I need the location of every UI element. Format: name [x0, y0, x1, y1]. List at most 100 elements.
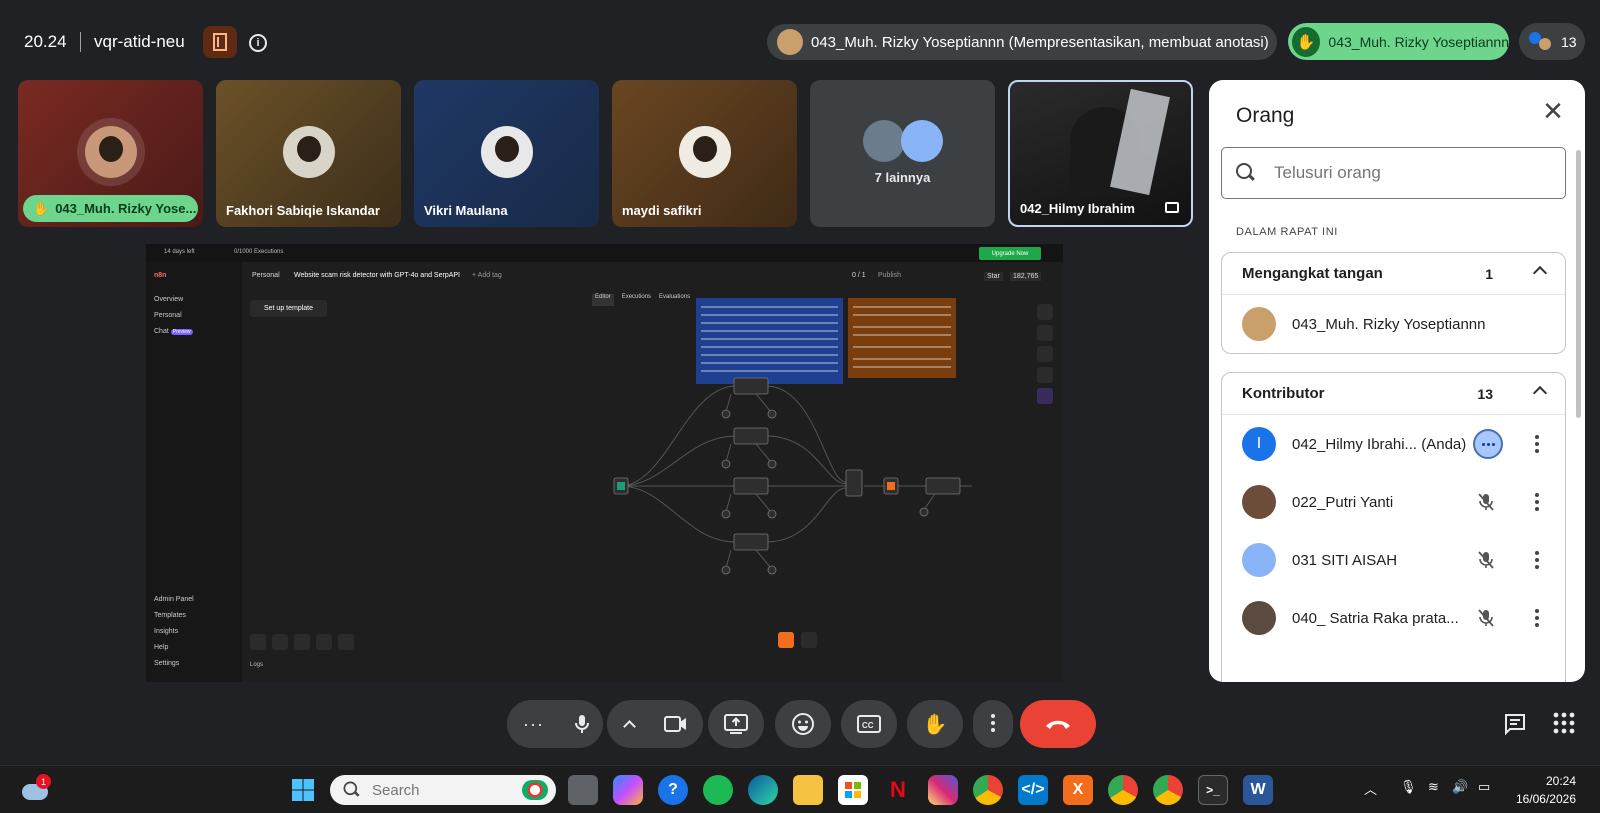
- windows-start-icon[interactable]: [288, 775, 318, 805]
- chrome-icon[interactable]: [973, 775, 1003, 805]
- chevron-up-icon[interactable]: [623, 719, 636, 733]
- tab-editor[interactable]: Editor: [592, 294, 614, 306]
- ai-button[interactable]: [1037, 388, 1053, 404]
- mic-icon[interactable]: [571, 713, 593, 735]
- search-nodes-button[interactable]: [1037, 325, 1053, 341]
- presenting-chip[interactable]: 043_Muh. Rizky Yoseptiannn (Mempresentas…: [767, 24, 1277, 60]
- microsoft-store-icon[interactable]: [838, 775, 868, 805]
- chat-icon[interactable]: [1503, 712, 1527, 741]
- raise-hand-button[interactable]: ✋: [907, 700, 963, 748]
- participant-tile[interactable]: Fakhori Sabiqie Iskandar: [216, 80, 401, 227]
- xampp-icon[interactable]: X: [1063, 775, 1093, 805]
- spotify-icon[interactable]: [703, 775, 733, 805]
- more-participants-tile[interactable]: 7 lainnya: [810, 80, 995, 227]
- publish-button[interactable]: Publish: [878, 272, 901, 279]
- add-node-button[interactable]: [1037, 304, 1053, 320]
- contributors-header[interactable]: Kontributor 13: [1222, 373, 1565, 415]
- list-item[interactable]: 043_Muh. Rizky Yoseptiannn: [1222, 295, 1565, 353]
- kebab-menu-icon[interactable]: [1535, 435, 1539, 453]
- leave-call-button[interactable]: [1020, 700, 1096, 748]
- vscode-icon[interactable]: </>: [1018, 775, 1048, 805]
- search-people-input[interactable]: [1274, 163, 1534, 183]
- file-explorer-icon[interactable]: [793, 775, 823, 805]
- sidebar-personal[interactable]: Personal: [154, 312, 182, 319]
- battery-icon[interactable]: ▭: [1478, 779, 1490, 795]
- breadcrumb-personal[interactable]: Personal: [252, 272, 280, 279]
- stop-button[interactable]: [801, 632, 817, 648]
- upgrade-button[interactable]: Upgrade Now: [979, 247, 1041, 260]
- self-view-tile[interactable]: 042_Hilmy Ibrahim: [1008, 80, 1193, 227]
- sidebar-settings[interactable]: Settings: [154, 660, 179, 667]
- search-people-field[interactable]: [1221, 147, 1566, 199]
- hand-icon: ✋: [922, 713, 948, 736]
- participant-tile[interactable]: maydi safikri: [612, 80, 797, 227]
- search-highlight-icon: [522, 780, 548, 800]
- panel-scrollbar[interactable]: [1576, 150, 1581, 418]
- sidebar-admin-panel[interactable]: Admin Panel: [154, 596, 194, 603]
- help-icon[interactable]: ?: [658, 775, 688, 805]
- taskbar-clock[interactable]: 20:24 16/06/2026: [1516, 772, 1576, 808]
- raised-hands-header[interactable]: Mengangkat tangan 1: [1222, 253, 1565, 295]
- participant-name: 031 SITI AISAH: [1292, 551, 1398, 569]
- netflix-icon[interactable]: N: [883, 775, 913, 805]
- word-icon[interactable]: W: [1243, 775, 1273, 805]
- edge-icon[interactable]: [748, 775, 778, 805]
- pointer-button[interactable]: [338, 634, 354, 650]
- instagram-icon[interactable]: [928, 775, 958, 805]
- expand-icon[interactable]: [1165, 202, 1179, 213]
- task-view-icon[interactable]: [568, 775, 598, 805]
- participant-name: 042_Hilmy Ibrahi... (Anda): [1292, 435, 1467, 453]
- kebab-menu-icon[interactable]: [1535, 493, 1539, 511]
- tab-executions[interactable]: Executions: [622, 294, 651, 306]
- speaker-icon[interactable]: 🔊: [1452, 779, 1468, 795]
- execute-workflow-button[interactable]: [778, 632, 794, 648]
- sidebar-overview[interactable]: Overview: [154, 296, 183, 303]
- info-icon[interactable]: i: [249, 34, 267, 52]
- list-item[interactable]: 040_ Satria Raka prata...: [1222, 589, 1565, 647]
- apps-grid-icon[interactable]: [1553, 712, 1575, 739]
- setup-template-button[interactable]: Set up template: [250, 300, 327, 317]
- sticky-button[interactable]: [1037, 346, 1053, 362]
- participant-tile[interactable]: Vikri Maulana: [414, 80, 599, 227]
- present-button[interactable]: [708, 700, 764, 748]
- sidebar-chat[interactable]: Chat Preview: [154, 328, 193, 335]
- sidebar-templates[interactable]: Templates: [154, 612, 186, 619]
- chrome-profile-icon[interactable]: [1108, 775, 1138, 805]
- audio-options-icon[interactable]: ···: [523, 714, 544, 735]
- captions-button[interactable]: CC: [841, 700, 897, 748]
- breakout-room-button[interactable]: [203, 26, 237, 58]
- kebab-menu-icon[interactable]: [1535, 551, 1539, 569]
- zoom-in-button[interactable]: [272, 634, 288, 650]
- github-star-button[interactable]: Star: [984, 272, 1003, 281]
- undo-button[interactable]: [316, 634, 332, 650]
- kebab-menu-icon[interactable]: [1535, 609, 1539, 627]
- mic-icon[interactable]: 🎙: [1400, 779, 1417, 795]
- tab-evaluations[interactable]: Evaluations: [659, 294, 690, 306]
- weather-widget[interactable]: 1: [20, 774, 52, 806]
- wifi-icon[interactable]: ≋: [1428, 779, 1439, 795]
- participant-tile[interactable]: ✋ 043_Muh. Rizky Yose...: [18, 80, 203, 227]
- participants-button[interactable]: 13: [1519, 23, 1585, 60]
- copilot-icon[interactable]: [613, 775, 643, 805]
- chevron-up-icon[interactable]: ︿: [1364, 779, 1377, 798]
- reactions-button[interactable]: [775, 700, 831, 748]
- more-options-button[interactable]: [973, 700, 1013, 748]
- logs-label[interactable]: Logs: [250, 662, 263, 668]
- panel-button[interactable]: [1037, 367, 1053, 383]
- terminal-icon[interactable]: >_: [1198, 775, 1228, 805]
- raised-hand-chip[interactable]: ✋ 043_Muh. Rizky Yoseptiannn: [1288, 23, 1509, 60]
- zoom-out-button[interactable]: [294, 634, 310, 650]
- more-options-icon[interactable]: [1473, 429, 1503, 459]
- chrome-profile-icon[interactable]: [1153, 775, 1183, 805]
- camera-icon[interactable]: [663, 714, 689, 734]
- add-tag-link[interactable]: + Add tag: [472, 272, 502, 279]
- taskbar-search-input[interactable]: [372, 781, 512, 799]
- fit-view-button[interactable]: [250, 634, 266, 650]
- sidebar-insights[interactable]: Insights: [154, 628, 178, 635]
- list-item[interactable]: I 042_Hilmy Ibrahi... (Anda): [1222, 415, 1565, 473]
- close-icon[interactable]: ✕: [1541, 98, 1565, 124]
- list-item[interactable]: 022_Putri Yanti: [1222, 473, 1565, 531]
- taskbar-search[interactable]: [330, 775, 556, 805]
- sidebar-help[interactable]: Help: [154, 644, 168, 651]
- list-item[interactable]: 031 SITI AISAH: [1222, 531, 1565, 589]
